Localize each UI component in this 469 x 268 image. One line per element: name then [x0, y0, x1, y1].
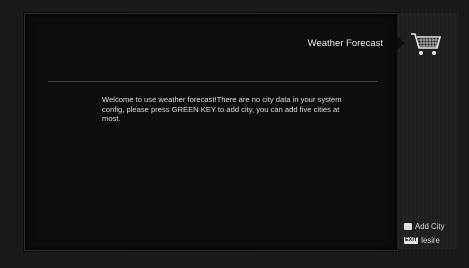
add-city-label: Add City [415, 222, 445, 231]
page-title: Weather Forecast [307, 38, 383, 49]
square-key-icon [404, 223, 412, 230]
shopping-cart-icon [405, 28, 447, 62]
welcome-message: Welcome to use weather forecast!There ar… [102, 95, 342, 124]
exit-label: lesire [421, 236, 440, 245]
weather-forecast-screen: Weather Forecast Welcome to use weather … [0, 0, 469, 268]
title-divider [48, 81, 378, 82]
add-city-legend[interactable]: Add City [404, 222, 444, 231]
exit-legend[interactable]: EXIT lesire [404, 236, 440, 245]
panel-pointer [397, 36, 405, 50]
exit-key-icon: EXIT [404, 237, 419, 244]
